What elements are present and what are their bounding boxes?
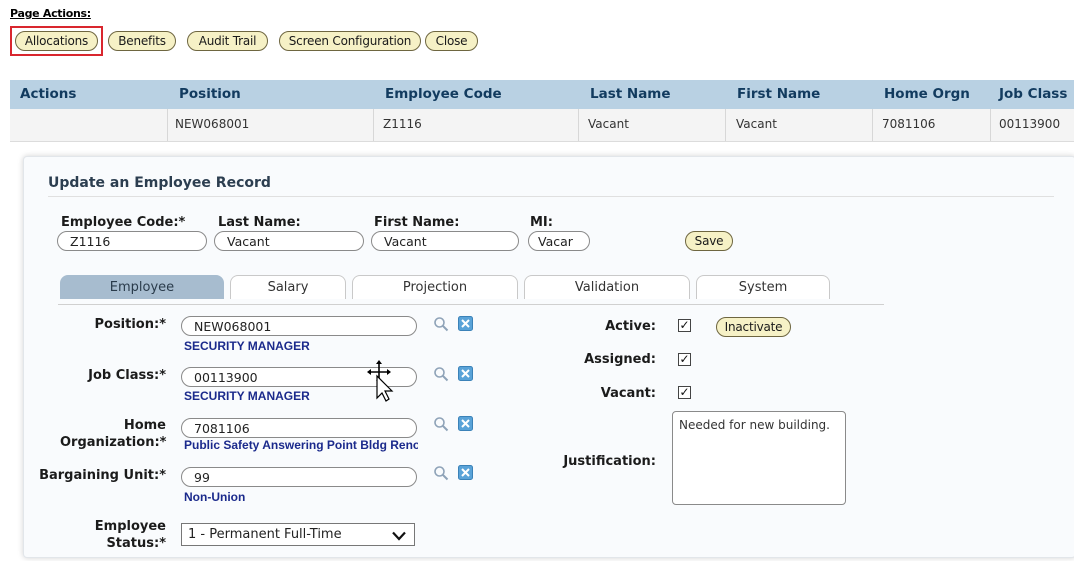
- justification-label: Justification:: [563, 454, 656, 469]
- active-label: Active:: [605, 319, 656, 334]
- tab-salary[interactable]: Salary: [230, 275, 346, 299]
- position-field[interactable]: NEW068001: [181, 316, 417, 336]
- cell-divider: [872, 109, 873, 141]
- magnifier-icon[interactable]: [433, 416, 449, 436]
- bargaining-unit-label: Bargaining Unit:*: [39, 468, 166, 483]
- bargaining-unit-description: Non-Union: [184, 490, 246, 504]
- mi-label: MI:: [530, 215, 553, 230]
- clear-x-icon[interactable]: [458, 465, 473, 484]
- cell-employee-code: Z1116: [383, 117, 422, 131]
- status-label-line-1: Employee: [94, 519, 166, 534]
- employee-code-label: Employee Code:*: [61, 215, 186, 230]
- clear-x-icon[interactable]: [458, 316, 473, 335]
- cell-last-name: Vacant: [588, 117, 629, 131]
- mouse-cursor-icon: [365, 360, 399, 406]
- cell-position: NEW068001: [175, 117, 250, 131]
- bargaining-unit-field[interactable]: 99: [181, 467, 417, 487]
- tab-validation[interactable]: Validation: [524, 275, 690, 299]
- tab-system[interactable]: System: [696, 275, 830, 299]
- employee-status-value: 1 - Permanent Full-Time: [188, 527, 342, 542]
- col-header-position[interactable]: Position: [179, 86, 241, 102]
- position-label: Position:*: [94, 317, 166, 332]
- justification-textarea[interactable]: Needed for new building.: [672, 411, 846, 505]
- first-name-field[interactable]: Vacant: [371, 231, 519, 251]
- magnifier-icon[interactable]: [433, 366, 449, 386]
- position-description: SECURITY MANAGER: [184, 339, 310, 353]
- active-checkbox[interactable]: ✓: [678, 319, 691, 332]
- cell-divider: [167, 109, 168, 141]
- last-name-label: Last Name:: [218, 215, 301, 230]
- screen-configuration-button[interactable]: Screen Configuration: [279, 31, 421, 51]
- close-button[interactable]: Close: [425, 31, 478, 51]
- col-header-first-name[interactable]: First Name: [737, 86, 820, 102]
- audit-trail-button[interactable]: Audit Trail: [187, 31, 268, 51]
- vacant-label: Vacant:: [600, 386, 656, 401]
- employee-code-field[interactable]: Z1116: [57, 231, 207, 251]
- cell-home-orgn: 7081106: [882, 117, 936, 131]
- cell-divider: [578, 109, 579, 141]
- inactivate-button[interactable]: Inactivate: [716, 317, 791, 337]
- assigned-label: Assigned:: [584, 352, 656, 367]
- first-name-label: First Name:: [374, 215, 460, 230]
- home-organization-field[interactable]: 7081106: [181, 418, 417, 438]
- job-class-label: Job Class:*: [88, 368, 166, 383]
- panel-title: Update an Employee Record: [48, 175, 271, 191]
- allocations-button[interactable]: Allocations: [15, 31, 98, 51]
- title-divider: [48, 196, 1054, 197]
- magnifier-icon[interactable]: [433, 316, 449, 336]
- job-class-description: SECURITY MANAGER: [184, 389, 310, 403]
- page-actions-label: Page Actions:: [10, 7, 91, 20]
- clear-x-icon[interactable]: [458, 416, 473, 435]
- cell-job-class: 00113900: [999, 117, 1061, 131]
- col-header-last-name[interactable]: Last Name: [590, 86, 671, 102]
- save-button[interactable]: Save: [685, 231, 733, 251]
- col-header-actions[interactable]: Actions: [20, 86, 76, 102]
- last-name-field[interactable]: Vacant: [214, 231, 364, 251]
- status-label-line-2: Status:*: [106, 536, 166, 551]
- tab-projection[interactable]: Projection: [352, 275, 518, 299]
- home-organization-description: Public Safety Answering Point Bldg Renov: [184, 438, 418, 452]
- clear-x-icon[interactable]: [458, 366, 473, 385]
- mi-field[interactable]: Vacar: [528, 231, 590, 251]
- cell-divider: [373, 109, 374, 141]
- col-header-home-orgn[interactable]: Home Orgn: [884, 86, 970, 102]
- cell-divider: [725, 109, 726, 141]
- magnifier-icon[interactable]: [433, 465, 449, 485]
- assigned-checkbox[interactable]: ✓: [678, 353, 691, 366]
- home-organization-label: Home Organization:*: [60, 417, 166, 451]
- benefits-button[interactable]: Benefits: [108, 31, 176, 51]
- tab-divider: [58, 304, 884, 305]
- col-header-job-class[interactable]: Job Class: [999, 86, 1067, 102]
- home-label-line-2: Organization:*: [60, 435, 167, 450]
- home-label-line-1: Home: [123, 418, 166, 433]
- chevron-down-icon: [392, 530, 406, 545]
- vacant-checkbox[interactable]: ✓: [678, 386, 691, 399]
- cell-divider: [990, 109, 991, 141]
- cell-first-name: Vacant: [736, 117, 777, 131]
- tab-employee[interactable]: Employee: [60, 275, 224, 299]
- employee-status-select[interactable]: 1 - Permanent Full-Time: [181, 523, 415, 546]
- employee-status-label: Employee Status:*: [60, 518, 166, 552]
- col-header-employee-code[interactable]: Employee Code: [385, 86, 502, 102]
